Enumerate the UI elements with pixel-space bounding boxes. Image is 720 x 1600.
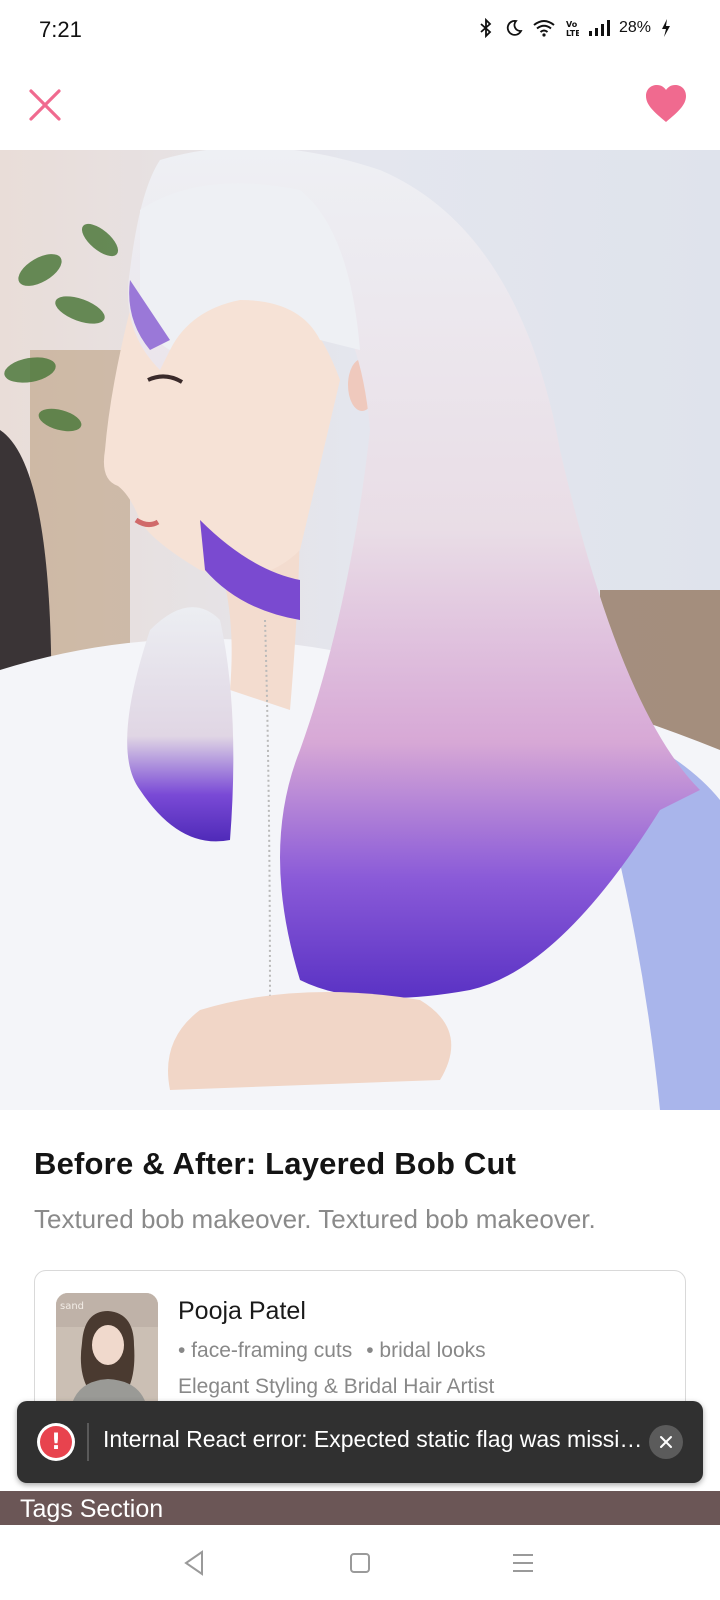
- volte-icon: Vo LTE: [565, 18, 579, 38]
- artist-tag: • bridal looks: [366, 1339, 486, 1362]
- artist-tag: • face-framing cuts: [178, 1339, 353, 1362]
- menu-lines-icon: [513, 1554, 533, 1572]
- avatar-watermark: sand: [60, 1301, 84, 1312]
- nav-back-button[interactable]: [176, 1545, 212, 1581]
- battery-percent: 28%: [618, 19, 651, 36]
- heart-icon: [646, 85, 686, 122]
- avatar: sand: [56, 1293, 158, 1413]
- back-triangle-icon: [184, 1550, 203, 1576]
- close-icon: [29, 89, 61, 121]
- status-icons: Vo LTE 28%: [476, 18, 672, 38]
- bluetooth-icon: [476, 18, 496, 38]
- error-icon: !: [37, 1423, 75, 1461]
- system-nav-bar: [0, 1525, 720, 1600]
- toast-divider: [87, 1423, 89, 1461]
- toast-close-button[interactable]: [649, 1425, 683, 1459]
- favorite-button[interactable]: [640, 78, 692, 130]
- artist-name: Pooja Patel: [178, 1297, 306, 1325]
- close-button[interactable]: [22, 82, 68, 128]
- nav-home-button[interactable]: [342, 1545, 378, 1581]
- battery-charging-icon: [660, 18, 672, 38]
- app-header: [0, 62, 720, 150]
- toast-message: Internal React error: Expected static fl…: [103, 1426, 643, 1452]
- close-icon: [660, 1436, 672, 1448]
- artist-role: Elegant Styling & Bridal Hair Artist: [178, 1375, 495, 1398]
- artist-tags: • face-framing cuts • bridal looks: [178, 1339, 486, 1363]
- home-square-icon: [350, 1553, 370, 1573]
- nav-menu-button[interactable]: [505, 1545, 541, 1581]
- error-toast: ! Internal React error: Expected static …: [17, 1401, 703, 1483]
- tags-section-label: Tags Section: [20, 1495, 164, 1523]
- svg-text:LTE: LTE: [566, 29, 579, 38]
- svg-text:Vo: Vo: [566, 20, 578, 29]
- post-description: Textured bob makeover. Textured bob make…: [34, 1204, 596, 1234]
- moon-icon: [505, 19, 523, 37]
- tags-section-header: Tags Section: [0, 1491, 720, 1525]
- signal-icon: [588, 19, 610, 37]
- wifi-icon: [532, 19, 556, 37]
- status-bar: 7:21 Vo LTE 28%: [0, 0, 720, 62]
- post-image: [0, 150, 720, 1110]
- status-time: 7:21: [39, 17, 82, 42]
- post-title: Before & After: Layered Bob Cut: [34, 1146, 517, 1181]
